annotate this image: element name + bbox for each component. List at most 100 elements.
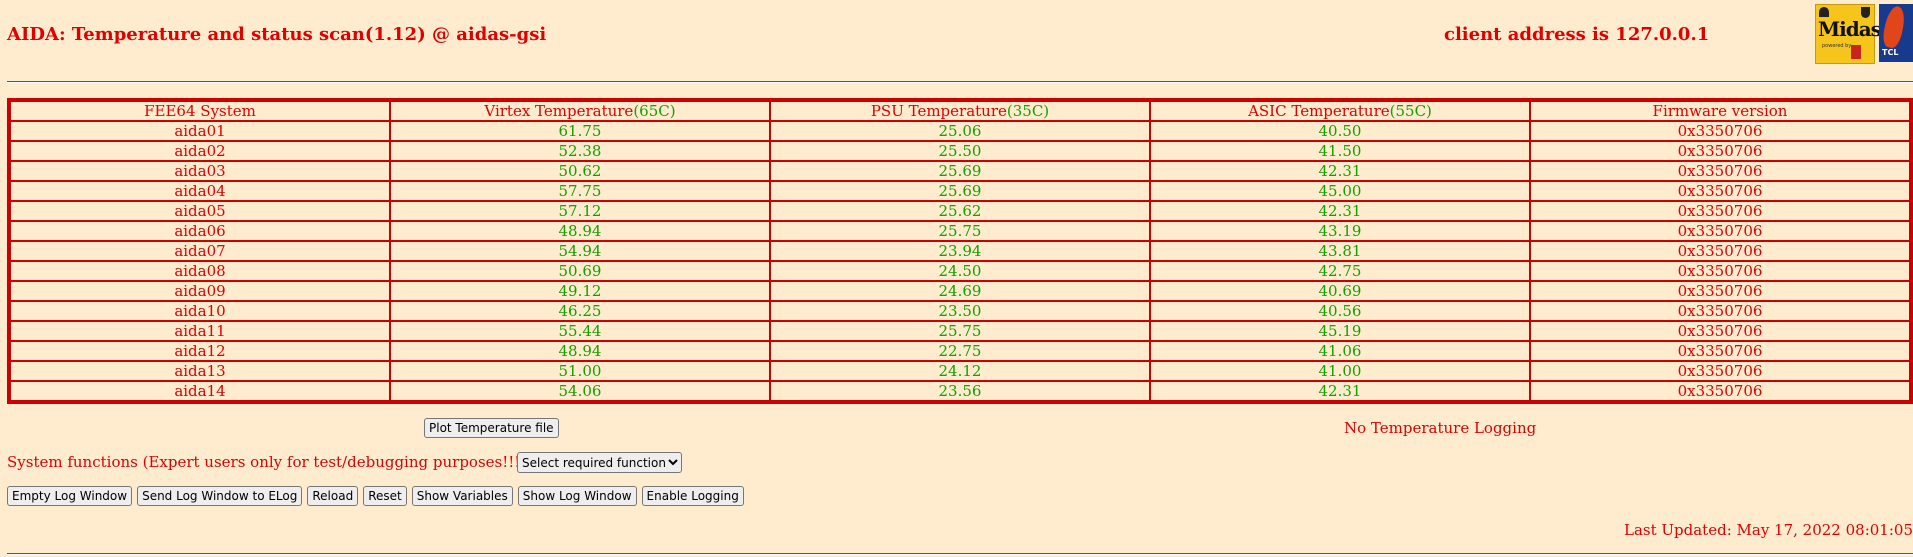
column-limit: (65C)	[633, 102, 676, 120]
cell-psu: 25.69	[770, 181, 1150, 201]
column-header-label: FEE64 System	[144, 102, 256, 120]
column-limit: (55C)	[1389, 102, 1432, 120]
divider-bottom	[7, 553, 1913, 555]
table-row: aida01 61.75 25.06 40.50 0x3350706	[10, 121, 1910, 141]
cell-firmware: 0x3350706	[1530, 221, 1910, 241]
column-header: ASIC Temperature(55C)	[1150, 101, 1530, 121]
last-updated: Last Updated: May 17, 2022 08:01:05	[1624, 521, 1913, 539]
cell-system: aida10	[10, 301, 390, 321]
table-row: aida10 46.25 23.50 40.56 0x3350706	[10, 301, 1910, 321]
cell-virtex: 51.00	[390, 361, 770, 381]
table-row: aida07 54.94 23.94 43.81 0x3350706	[10, 241, 1910, 261]
cell-system: aida11	[10, 321, 390, 341]
enable-logging-button[interactable]: Enable Logging	[641, 486, 744, 506]
cell-virtex: 55.44	[390, 321, 770, 341]
table-row: aida14 54.06 23.56 42.31 0x3350706	[10, 381, 1910, 401]
client-address: client address is 127.0.0.1	[1444, 24, 1710, 45]
reload-button[interactable]: Reload	[307, 486, 359, 506]
cell-psu: 23.56	[770, 381, 1150, 401]
cell-firmware: 0x3350706	[1530, 301, 1910, 321]
column-header: FEE64 System	[10, 101, 390, 121]
midas-logo-text: Midas	[1818, 17, 1882, 41]
cell-psu: 24.69	[770, 281, 1150, 301]
cell-psu: 25.75	[770, 221, 1150, 241]
cell-system: aida02	[10, 141, 390, 161]
cell-asic: 40.50	[1150, 121, 1530, 141]
cell-system: aida03	[10, 161, 390, 181]
cell-asic: 42.31	[1150, 201, 1530, 221]
cell-psu: 25.69	[770, 161, 1150, 181]
table-body: aida01 61.75 25.06 40.50 0x3350706 aida02 52.3…	[10, 121, 1910, 401]
cell-psu: 25.62	[770, 201, 1150, 221]
table-row: aida08 50.69 24.50 42.75 0x3350706	[10, 261, 1910, 281]
cell-virtex: 54.06	[390, 381, 770, 401]
cell-system: aida06	[10, 221, 390, 241]
cell-asic: 43.19	[1150, 221, 1530, 241]
cell-virtex: 48.94	[390, 221, 770, 241]
cell-psu: 25.50	[770, 141, 1150, 161]
logging-status: No Temperature Logging	[1344, 419, 1537, 437]
column-header: Firmware version	[1530, 101, 1910, 121]
cell-system: aida04	[10, 181, 390, 201]
cell-asic: 42.31	[1150, 381, 1530, 401]
table-row: aida11 55.44 25.75 45.19 0x3350706	[10, 321, 1910, 341]
feather-icon	[1880, 4, 1908, 50]
cell-psu: 24.12	[770, 361, 1150, 381]
cell-psu: 23.50	[770, 301, 1150, 321]
cell-system: aida01	[10, 121, 390, 141]
reset-button[interactable]: Reset	[363, 486, 407, 506]
tcl-logo: TCL	[1879, 4, 1913, 62]
midas-logo-subtext: powered by	[1822, 43, 1852, 49]
send-log-window-to-elog-button[interactable]: Send Log Window to ELog	[137, 486, 303, 506]
cell-firmware: 0x3350706	[1530, 121, 1910, 141]
column-header-label: ASIC Temperature	[1248, 102, 1390, 120]
cell-psu: 25.75	[770, 321, 1150, 341]
plot-temperature-button[interactable]: Plot Temperature file	[424, 418, 559, 438]
cell-asic: 41.00	[1150, 361, 1530, 381]
cell-firmware: 0x3350706	[1530, 281, 1910, 301]
cell-virtex: 57.12	[390, 201, 770, 221]
cell-firmware: 0x3350706	[1530, 321, 1910, 341]
cell-virtex: 57.75	[390, 181, 770, 201]
column-header: PSU Temperature(35C)	[770, 101, 1150, 121]
cell-asic: 41.50	[1150, 141, 1530, 161]
cell-asic: 40.69	[1150, 281, 1530, 301]
cell-system: aida08	[10, 261, 390, 281]
divider-top	[7, 81, 1913, 83]
cell-firmware: 0x3350706	[1530, 181, 1910, 201]
cell-system: aida14	[10, 381, 390, 401]
cell-firmware: 0x3350706	[1530, 161, 1910, 181]
show-log-window-button[interactable]: Show Log Window	[517, 486, 637, 506]
column-header-label: Virtex Temperature	[484, 102, 634, 120]
table-row: aida05 57.12 25.62 42.31 0x3350706	[10, 201, 1910, 221]
empty-log-window-button[interactable]: Empty Log Window	[7, 486, 133, 506]
cell-psu: 24.50	[770, 261, 1150, 281]
cell-asic: 42.31	[1150, 161, 1530, 181]
cell-asic: 43.81	[1150, 241, 1530, 261]
cell-system: aida09	[10, 281, 390, 301]
tcl-logo-text: TCL	[1882, 48, 1899, 57]
column-header: Virtex Temperature(65C)	[390, 101, 770, 121]
cell-psu: 25.06	[770, 121, 1150, 141]
column-limit: (35C)	[1006, 102, 1050, 120]
function-select[interactable]: Select required function	[517, 452, 682, 473]
page-title: AIDA: Temperature and status scan(1.12) …	[7, 24, 547, 45]
cell-system: aida13	[10, 361, 390, 381]
cell-asic: 41.06	[1150, 341, 1530, 361]
cell-asic: 40.56	[1150, 301, 1530, 321]
cell-psu: 23.94	[770, 241, 1150, 261]
show-variables-button[interactable]: Show Variables	[411, 486, 513, 506]
cell-asic: 42.75	[1150, 261, 1530, 281]
cell-virtex: 50.62	[390, 161, 770, 181]
cell-virtex: 48.94	[390, 341, 770, 361]
table-row: aida09 49.12 24.69 40.69 0x3350706	[10, 281, 1910, 301]
table-row: aida03 50.62 25.69 42.31 0x3350706	[10, 161, 1910, 181]
cell-virtex: 52.38	[390, 141, 770, 161]
cell-system: aida05	[10, 201, 390, 221]
action-button-row: Empty Log Window Send Log Window to ELog R…	[7, 486, 744, 506]
tcl-mini-icon	[1851, 45, 1861, 59]
table-row: aida04 57.75 25.69 45.00 0x3350706	[10, 181, 1910, 201]
column-header-label: Firmware version	[1652, 102, 1788, 120]
table-row: aida12 48.94 22.75 41.06 0x3350706	[10, 341, 1910, 361]
cell-psu: 22.75	[770, 341, 1150, 361]
